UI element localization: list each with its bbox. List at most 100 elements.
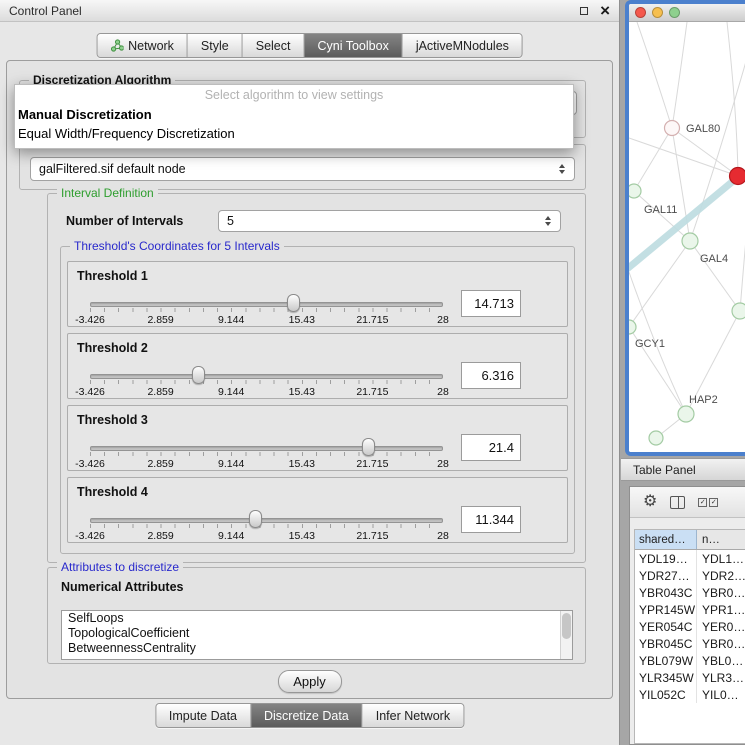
table-cell[interactable]: YER054C (635, 618, 697, 635)
table-cell[interactable]: YDR2… (697, 567, 745, 584)
network-edge (634, 128, 672, 191)
tab-style[interactable]: Style (188, 34, 243, 57)
network-window-titlebar[interactable] (629, 4, 745, 22)
table-row[interactable]: YER054CYER0… (635, 618, 745, 635)
number-of-intervals-label: Number of Intervals (66, 214, 183, 228)
checkbox-icons (698, 498, 718, 507)
slider-thumb[interactable] (192, 366, 205, 384)
tab-label: Style (201, 39, 229, 53)
table-row[interactable]: YBL079WYBL0… (635, 652, 745, 669)
slider-tick-labels: -3.4262.8599.14415.4321.71528 (90, 530, 443, 542)
table-cell[interactable]: YPR1… (697, 601, 745, 618)
network-node[interactable] (682, 233, 698, 249)
network-node[interactable] (732, 303, 745, 319)
threshold-value-box[interactable]: 11.344 (461, 506, 521, 533)
table-cell[interactable]: YBL079W (635, 652, 697, 669)
tab-network[interactable]: Network (97, 34, 188, 57)
table-data-combo-value: galFiltered.sif default node (31, 162, 554, 176)
table-cell[interactable]: YLR3… (697, 669, 745, 686)
table-cell[interactable]: YPR145W (635, 601, 697, 618)
top-tab-bar: Network Style Select Cyni Toolbox jActiveMNo… (96, 33, 523, 58)
table-cell[interactable]: YBL0… (697, 652, 745, 669)
slider-track[interactable] (90, 374, 443, 379)
slider-track[interactable] (90, 518, 443, 523)
slider-track[interactable] (90, 446, 443, 451)
network-canvas[interactable]: GAL80GAL11GAL4GCY1HAP2 (629, 22, 745, 452)
table-cell[interactable]: YDL1… (697, 550, 745, 567)
tab-cyni-toolbox[interactable]: Cyni Toolbox (304, 34, 402, 57)
threshold-slider[interactable] (90, 510, 443, 530)
dropdown-option-manual-discretization[interactable]: Manual Discretization (15, 105, 573, 124)
table-panel-titlebar[interactable]: Table Panel (621, 458, 745, 481)
table-toolbar (630, 487, 745, 518)
threshold-value-box[interactable]: 21.4 (461, 434, 521, 461)
close-icon[interactable] (600, 2, 610, 19)
network-node[interactable] (629, 320, 636, 334)
network-node[interactable] (678, 406, 694, 422)
table-cell[interactable]: YLR345W (635, 669, 697, 686)
attributes-group-title: Attributes to discretize (57, 560, 183, 574)
network-node[interactable] (649, 431, 663, 445)
dropdown-option-equal-width-frequency-discretization[interactable]: Equal Width/Frequency Discretization (15, 124, 573, 143)
close-button-icon[interactable] (635, 7, 646, 18)
table-cell[interactable]: YBR0… (697, 584, 745, 601)
network-node[interactable] (629, 184, 641, 198)
column-header-2[interactable]: n… (697, 530, 745, 549)
table-cell[interactable]: YBR0… (697, 635, 745, 652)
tab-select[interactable]: Select (243, 34, 305, 57)
list-scrollbar[interactable] (560, 611, 572, 659)
table-cell[interactable]: YBR043C (635, 584, 697, 601)
number-of-intervals-combo[interactable]: 5 (218, 210, 561, 232)
apply-button[interactable]: Apply (278, 670, 342, 693)
column-header-1[interactable]: shared… (635, 530, 697, 549)
tab-jactivemnodules[interactable]: jActiveMNodules (403, 34, 522, 57)
threshold-slider[interactable] (90, 294, 443, 314)
gear-icon[interactable] (643, 494, 657, 510)
table-row[interactable]: YBR045CYBR0… (635, 635, 745, 652)
zoom-button-icon[interactable] (669, 7, 680, 18)
list-item[interactable]: TopologicalCoefficient (62, 626, 572, 641)
table-row[interactable]: YDR27…YDR2… (635, 567, 745, 584)
attribute-items: SelfLoopsTopologicalCoefficientBetweenne… (62, 611, 572, 656)
numerical-attributes-list[interactable]: SelfLoopsTopologicalCoefficientBetweenne… (61, 610, 573, 660)
network-node[interactable] (665, 121, 680, 136)
threshold-slider[interactable] (90, 438, 443, 458)
tab-label: Discretize Data (264, 709, 349, 723)
threshold-value-box[interactable]: 6.316 (461, 362, 521, 389)
network-node-label: GAL4 (700, 253, 728, 265)
slider-thumb[interactable] (249, 510, 262, 528)
table-cell[interactable]: YIL0… (697, 686, 745, 703)
network-node-selected[interactable] (730, 168, 745, 185)
tick-label: 2.859 (147, 530, 173, 542)
slider-thumb[interactable] (287, 294, 300, 312)
float-window-icon[interactable] (580, 7, 588, 15)
table-row[interactable]: YPR145WYPR1… (635, 601, 745, 618)
scrollbar-thumb[interactable] (562, 613, 571, 639)
table-row[interactable]: YDL19…YDL1… (635, 550, 745, 567)
table-cell[interactable]: YDR27… (635, 567, 697, 584)
threshold-value-box[interactable]: 14.713 (461, 290, 521, 317)
checkbox-icon[interactable] (709, 498, 718, 507)
table-panel-title: Table Panel (633, 463, 696, 477)
checkbox-icon[interactable] (698, 498, 707, 507)
tab-infer-network[interactable]: Infer Network (363, 704, 463, 727)
minimize-button-icon[interactable] (652, 7, 663, 18)
list-item[interactable]: SelfLoops (62, 611, 572, 626)
tab-discretize-data[interactable]: Discretize Data (251, 704, 363, 727)
slider-track[interactable] (90, 302, 443, 307)
table-row[interactable]: YLR345WYLR3… (635, 669, 745, 686)
table-cell[interactable]: YIL052C (635, 686, 697, 703)
list-item[interactable]: BetweennessCentrality (62, 641, 572, 656)
control-panel-titlebar[interactable]: Control Panel (0, 0, 619, 22)
table-row[interactable]: YIL052CYIL0… (635, 686, 745, 703)
slider-thumb[interactable] (362, 438, 375, 456)
columns-icon[interactable] (670, 496, 685, 509)
tab-label: Cyni Toolbox (317, 39, 388, 53)
table-cell[interactable]: YBR045C (635, 635, 697, 652)
table-cell[interactable]: YDL19… (635, 550, 697, 567)
table-row[interactable]: YBR043CYBR0… (635, 584, 745, 601)
threshold-slider[interactable] (90, 366, 443, 386)
table-data-combo[interactable]: galFiltered.sif default node (30, 157, 575, 181)
tab-impute-data[interactable]: Impute Data (156, 704, 251, 727)
table-cell[interactable]: YER0… (697, 618, 745, 635)
